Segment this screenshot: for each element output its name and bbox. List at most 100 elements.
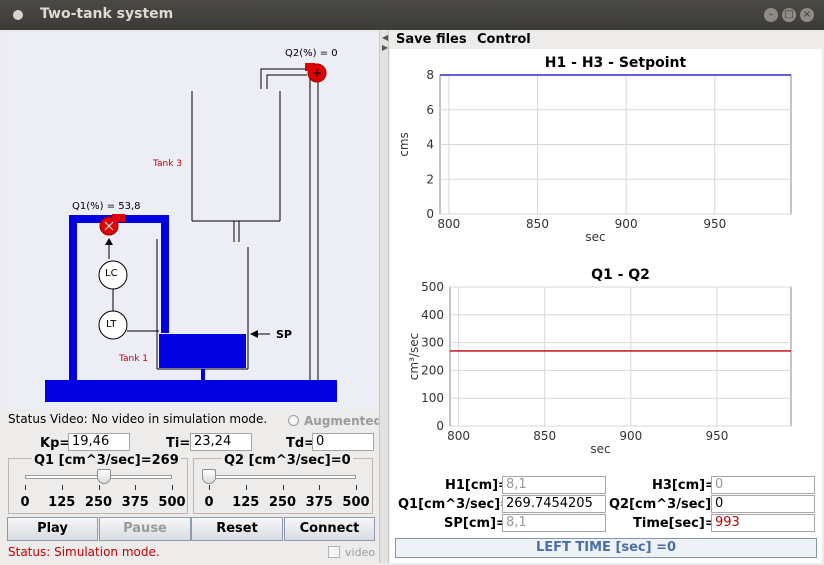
sp-label: SP <box>276 328 292 341</box>
menu-bar: Save files Control <box>390 31 822 49</box>
sp-readout-label: SP[cm]= <box>444 516 507 531</box>
maximize-button[interactable]: □ <box>782 8 796 22</box>
y-tick-label: 6 <box>426 103 434 117</box>
x-tick-label: 850 <box>526 217 549 231</box>
slider-tick-mark <box>61 485 63 490</box>
augmented-radio[interactable] <box>288 415 299 426</box>
slider-tick-label: 500 <box>342 495 370 510</box>
q2-slider-track[interactable] <box>209 475 356 479</box>
slider-tick-label: 375 <box>121 495 149 510</box>
pump-q2-body <box>305 63 315 71</box>
control-arrow-head <box>105 238 113 245</box>
slider-tick-label: 125 <box>48 495 76 510</box>
y-tick-label: 0 <box>436 419 444 433</box>
minimize-button[interactable]: – <box>764 8 778 22</box>
time-label: Time[sec]= <box>633 516 716 531</box>
y-tick-label: 500 <box>421 280 444 294</box>
app-icon <box>13 10 23 20</box>
title-bar: Two-tank system – □ × <box>0 0 824 30</box>
h1-label: H1[cm]= <box>445 478 509 493</box>
y-tick-label: 400 <box>421 308 444 322</box>
slider-tick-mark <box>172 485 173 490</box>
tank1-drain <box>201 369 205 381</box>
menu-save-files[interactable]: Save files <box>396 32 467 47</box>
pause-button[interactable]: Pause <box>99 517 191 541</box>
q2-field: 0 <box>711 495 815 513</box>
y-tick-label: 100 <box>421 391 444 405</box>
slider-tick-label: 0 <box>20 495 30 510</box>
slider-tick-mark <box>245 485 247 490</box>
x-tick-label: 950 <box>703 217 726 231</box>
ti-input[interactable]: 23,24 <box>190 433 252 451</box>
q1-slider-thumb[interactable] <box>97 469 112 484</box>
q1-field: 269.7454205 <box>502 495 606 513</box>
x-tick-label: 800 <box>437 217 460 231</box>
td-input[interactable]: 0 <box>312 433 374 451</box>
slider-tick-mark <box>25 485 26 490</box>
reset-button[interactable]: Reset <box>191 517 283 541</box>
ti-label: Ti= <box>166 436 191 451</box>
chart-title: Q1 - Q2 <box>591 267 650 283</box>
y-tick-label: 0 <box>426 207 434 221</box>
left-time-bar: LEFT TIME [sec] =0 <box>395 538 817 558</box>
q2-slider-label: Q2 [cm^3/sec]=0 <box>222 453 353 468</box>
slider-tick-label: 125 <box>232 495 260 510</box>
tank1-label: Tank 1 <box>119 354 149 364</box>
slider-tick-label: 0 <box>204 495 214 510</box>
sp-field: 8,1 <box>502 514 606 532</box>
q1-readout-label: Q1[cm^3/sec]= <box>398 497 512 512</box>
slider-tick-mark <box>282 485 284 490</box>
lc-label: LC <box>105 268 118 279</box>
q2-slider-thumb[interactable] <box>202 469 216 484</box>
connect-button[interactable]: Connect <box>284 517 375 541</box>
y-tick-label: 200 <box>421 363 444 377</box>
slider-tick-mark <box>135 485 137 490</box>
supply-pipe-down <box>161 215 169 333</box>
kp-input[interactable]: 19,46 <box>68 433 130 451</box>
slider-tick-label: 250 <box>268 495 297 510</box>
x-axis-label: sec <box>585 230 605 244</box>
split-pane-divider[interactable]: ◀ ▶ <box>379 31 389 563</box>
time-field: 993 <box>711 514 815 532</box>
window-title: Two-tank system <box>40 6 174 22</box>
slider-tick-mark <box>319 485 321 490</box>
tank1-water <box>159 334 246 368</box>
tank3-label: Tank 3 <box>153 159 183 169</box>
y-tick-label: 300 <box>421 336 444 350</box>
augmented-label: Augmented <box>304 414 383 428</box>
supply-pipe <box>69 215 77 381</box>
h1-field: 8,1 <box>502 476 606 494</box>
lt-label: LT <box>106 319 117 330</box>
tank-diagram <box>45 63 337 402</box>
td-label: Td= <box>286 436 316 451</box>
x-tick-label: 850 <box>533 429 556 443</box>
menu-control[interactable]: Control <box>477 32 531 47</box>
x-tick-label: 900 <box>615 217 638 231</box>
h1-h3-setpoint-chart: H1 - H3 - Setpoint 800 850 900 950 0 2 4 6 8 sec cm… <box>397 55 792 244</box>
q2-readout-label: Q2[cm^3/sec]= <box>609 497 723 512</box>
slider-tick-label: 500 <box>158 495 186 510</box>
video-label: video <box>345 546 376 559</box>
q2-return-pipe <box>309 79 319 381</box>
slider-tick-mark <box>356 485 357 490</box>
y-axis-label: cm³/sec <box>407 333 421 380</box>
close-button[interactable]: × <box>800 8 814 22</box>
q1-percent-label: Q1(%) = 53,8 <box>72 201 141 212</box>
water-reservoir <box>45 380 337 402</box>
video-checkbox[interactable] <box>328 546 340 558</box>
q1-slider-label: Q1 [cm^3/sec]=269 <box>32 453 181 468</box>
y-tick-label: 2 <box>426 172 434 186</box>
q1-q2-chart: Q1 - Q2 800 850 900 950 0 100 200 300 400 500 sec cm… <box>407 267 792 456</box>
y-tick-label: 4 <box>426 138 434 152</box>
y-axis-label: cms <box>397 132 411 157</box>
collapse-right-icon[interactable]: ▶ <box>382 43 388 52</box>
slider-tick-label: 250 <box>84 495 113 510</box>
h3-label: H3[cm]= <box>652 478 716 493</box>
collapse-left-icon[interactable]: ◀ <box>382 33 388 42</box>
x-tick-label: 950 <box>705 429 728 443</box>
x-axis-label: sec <box>590 442 610 456</box>
app-window: Two-tank system – □ × Q2(%) = 0 Q1(%) = … <box>0 0 824 565</box>
h3-field: 0 <box>711 476 815 494</box>
simulation-view: Q2(%) = 0 Q1(%) = 53,8 Tank 3 Tank 1 LC … <box>2 31 379 409</box>
play-button[interactable]: Play <box>7 517 98 541</box>
